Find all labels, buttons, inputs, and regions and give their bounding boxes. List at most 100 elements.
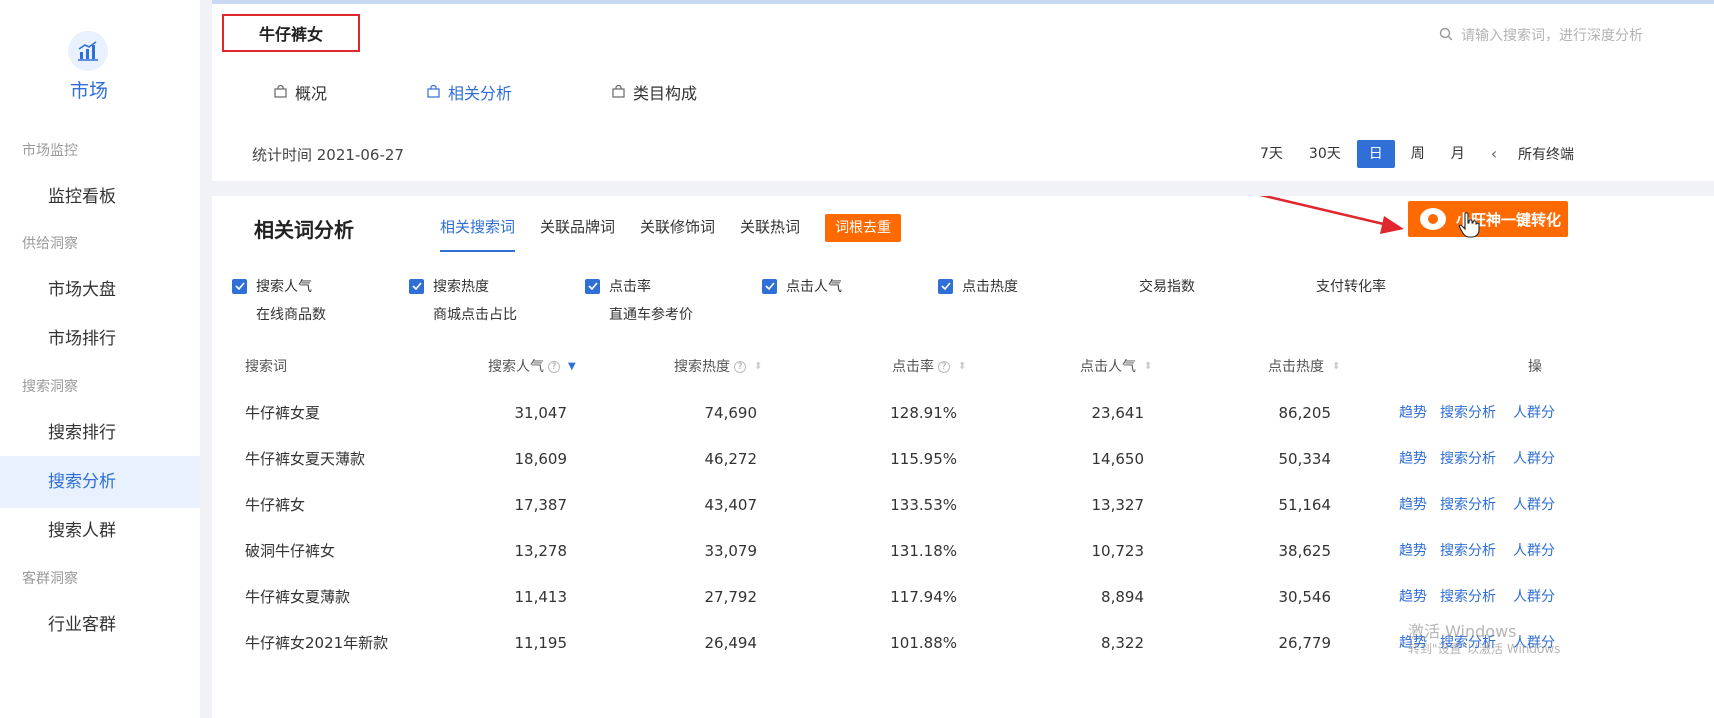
table-row: 牛仔裤女夏 31,047 74,690 128.91% 23,641 86,20… [212, 390, 1714, 436]
checkbox-checked-icon [585, 278, 600, 294]
tab-related-search-words[interactable]: 相关搜索词 [440, 214, 516, 252]
root-dedupe-button[interactable]: 词根去重 [825, 214, 902, 242]
crowd-analysis-link[interactable]: 人群分 [1513, 482, 1555, 528]
metric-checkbox[interactable]: 点击热度 [938, 276, 1018, 296]
crowd-analysis-link[interactable]: 人群分 [1513, 390, 1555, 436]
crowd-analysis-link[interactable]: 人群分 [1513, 620, 1555, 666]
market-chart-icon [68, 31, 108, 71]
sort-icon[interactable]: ⬍ [1332, 344, 1340, 390]
sidebar-group-market-monitor: 市场监控 [22, 143, 78, 159]
tab-related-analysis[interactable]: 相关分析 [427, 80, 512, 104]
trend-link[interactable]: 趋势 [1399, 436, 1427, 482]
trend-link[interactable]: 趋势 [1399, 390, 1427, 436]
sidebar-group-customer-insight: 客群洞察 [22, 571, 78, 587]
sidebar-item-monitor-board[interactable]: 监控看板 [0, 171, 200, 223]
search-icon [1439, 27, 1453, 45]
search-analysis-link[interactable]: 搜索分析 [1440, 528, 1496, 574]
search-analysis-link[interactable]: 搜索分析 [1440, 390, 1496, 436]
sort-icon[interactable]: ⬍ [958, 344, 966, 390]
search-analysis-link[interactable]: 搜索分析 [1440, 574, 1496, 620]
col-search-word: 搜索词 [245, 359, 287, 375]
metric-checkbox[interactable]: 交易指数 [1115, 276, 1195, 296]
table-row: 牛仔裤女2021年新款 11,195 26,494 101.88% 8,322 … [212, 620, 1714, 666]
sidebar-item-search-analysis[interactable]: 搜索分析 [0, 456, 200, 508]
period-week-button[interactable]: 周 [1401, 140, 1435, 168]
section-title: 相关词分析 [254, 218, 354, 242]
search-analysis-link[interactable]: 搜索分析 [1440, 436, 1496, 482]
tab-related-modifier-words[interactable]: 关联修饰词 [640, 214, 715, 252]
one-click-convert-button[interactable]: 小旺神一键转化 [1408, 201, 1568, 237]
checkbox-checked-icon [762, 278, 777, 294]
tab-label: 类目构成 [633, 84, 698, 103]
period-day-button[interactable]: 日 [1356, 140, 1395, 168]
sidebar-group-search-insight: 搜索洞察 [22, 379, 78, 395]
metric-checkbox[interactable]: 点击率 [585, 276, 651, 296]
header-card: 牛仔裤女 概况 相关分析 类目构成 统计时间 2021-06-27 7天 30天… [212, 0, 1714, 181]
tab-related-hot-words[interactable]: 关联热词 [740, 214, 800, 252]
metric-checkbox[interactable]: 商城点击占比 [409, 304, 517, 324]
red-arrow-annotation [1259, 196, 1404, 234]
period-month-button[interactable]: 月 [1441, 140, 1475, 168]
trend-link[interactable]: 趋势 [1399, 528, 1427, 574]
sidebar-item-market-overview[interactable]: 市场大盘 [0, 264, 200, 316]
metric-checkbox[interactable]: 搜索人气 [232, 276, 312, 296]
analysis-tabs: 概况 相关分析 类目构成 [274, 80, 797, 104]
related-word-tabs: 相关搜索词 关联品牌词 关联修饰词 关联热词 词根去重 [440, 214, 902, 252]
period-30d-button[interactable]: 30天 [1299, 140, 1351, 168]
tab-label: 相关分析 [448, 84, 513, 103]
trend-link[interactable]: 趋势 [1399, 482, 1427, 528]
table-row: 破洞牛仔裤女 13,278 33,079 131.18% 10,723 38,6… [212, 528, 1714, 574]
table-row: 牛仔裤女夏薄款 11,413 27,792 117.94% 8,894 30,5… [212, 574, 1714, 620]
table-row: 牛仔裤女 17,387 43,407 133.53% 13,327 51,164… [212, 482, 1714, 528]
metric-checkbox[interactable]: 点击人气 [762, 276, 842, 296]
tab-label: 概况 [295, 84, 328, 103]
col-click-heat[interactable]: 点击热度 ⬍ [1268, 344, 1340, 390]
sidebar-item-search-crowd[interactable]: 搜索人群 [0, 505, 200, 557]
stat-time: 统计时间 2021-06-27 [252, 146, 404, 164]
checkbox-checked-icon [938, 278, 953, 294]
sidebar-logo-label: 市场 [69, 80, 108, 102]
crowd-analysis-link[interactable]: 人群分 [1513, 574, 1555, 620]
help-icon: ? [938, 361, 950, 373]
tab-category-composition[interactable]: 类目构成 [612, 80, 697, 104]
bag-icon [427, 83, 440, 102]
metric-checkbox[interactable]: 支付转化率 [1292, 276, 1386, 296]
tab-related-brand-words[interactable]: 关联品牌词 [540, 214, 615, 252]
sidebar-group-supply-insight: 供给洞察 [22, 236, 78, 252]
terminal-select[interactable]: 所有终端 [1518, 144, 1574, 164]
search-box[interactable] [1439, 20, 1714, 52]
period-7d-button[interactable]: 7天 [1250, 140, 1293, 168]
sort-icon[interactable]: ⬍ [754, 344, 762, 390]
related-words-card: 相关词分析 相关搜索词 关联品牌词 关联修饰词 关联热词 词根去重 小旺神一键转… [212, 196, 1714, 718]
table-row: 牛仔裤女夏天薄款 18,609 46,272 115.95% 14,650 50… [212, 436, 1714, 482]
metric-checkbox[interactable]: 直通车参考价 [585, 304, 693, 324]
keyword-title: 牛仔裤女 [222, 14, 360, 52]
col-search-heat[interactable]: 搜索热度? ⬍ [674, 344, 762, 390]
crowd-analysis-link[interactable]: 人群分 [1513, 436, 1555, 482]
prev-date-button[interactable]: ‹ [1481, 140, 1507, 168]
metric-checkbox[interactable]: 在线商品数 [232, 304, 326, 324]
col-search-popularity[interactable]: 搜索人气? ▼ [488, 344, 576, 390]
sort-desc-icon[interactable]: ▼ [568, 344, 576, 390]
sidebar-item-industry-customers[interactable]: 行业客群 [0, 599, 200, 651]
sidebar-item-search-ranking[interactable]: 搜索排行 [0, 407, 200, 459]
metric-checkbox[interactable]: 搜索热度 [409, 276, 489, 296]
sidebar-item-market-ranking[interactable]: 市场排行 [0, 313, 200, 365]
sort-icon[interactable]: ⬍ [1144, 344, 1152, 390]
search-analysis-link[interactable]: 搜索分析 [1440, 482, 1496, 528]
checkbox-checked-icon [409, 278, 424, 294]
trend-link[interactable]: 趋势 [1399, 574, 1427, 620]
tab-overview[interactable]: 概况 [274, 80, 327, 104]
table-header: 搜索词 搜索人气? ▼ 搜索热度? ⬍ 点击率? ⬍ 点击人气 ⬍ 点击热度 ⬍ 操 [212, 344, 1714, 390]
col-actions: 操 [1528, 359, 1542, 375]
trend-link[interactable]: 趋势 [1399, 620, 1427, 666]
bag-icon [274, 83, 287, 102]
search-input[interactable] [1461, 28, 1701, 44]
search-analysis-link[interactable]: 搜索分析 [1440, 620, 1496, 666]
col-ctr[interactable]: 点击率? ⬍ [892, 344, 966, 390]
bag-icon [612, 83, 625, 102]
checkbox-checked-icon [232, 278, 247, 294]
col-click-popularity[interactable]: 点击人气 ⬍ [1080, 344, 1152, 390]
help-icon: ? [548, 361, 560, 373]
crowd-analysis-link[interactable]: 人群分 [1513, 528, 1555, 574]
